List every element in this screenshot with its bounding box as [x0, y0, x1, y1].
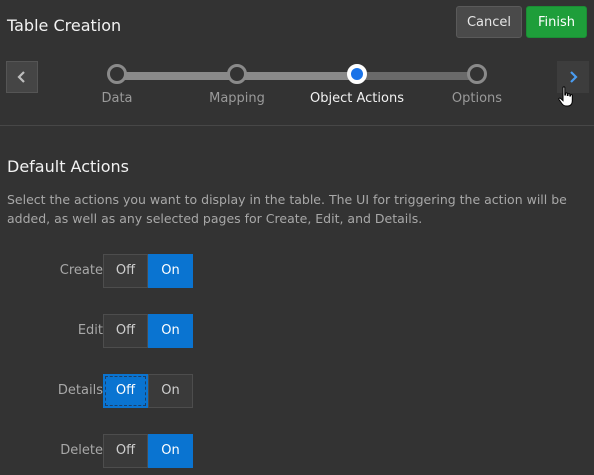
delete-on-option[interactable]: On [148, 434, 193, 468]
action-label-edit: Edit [77, 323, 103, 338]
create-off-option[interactable]: Off [103, 254, 148, 288]
create-on-option[interactable]: On [148, 254, 193, 288]
dialog-title: Table Creation [7, 16, 122, 35]
edit-toggle: Off On [103, 314, 193, 348]
step-dot-options[interactable] [467, 64, 487, 84]
section-description: Select the actions you want to display i… [7, 192, 567, 226]
edit-on-option[interactable]: On [148, 314, 193, 348]
edit-off-option[interactable]: Off [103, 314, 148, 348]
step-label-object-actions: Object Actions [310, 91, 404, 106]
delete-off-option[interactable]: Off [103, 434, 148, 468]
chevron-right-icon [570, 71, 578, 83]
action-row-create: Create Off On [0, 254, 300, 288]
action-row-edit: Edit Off On [0, 314, 300, 348]
action-row-details: Details Off On [0, 374, 300, 408]
step-label-options: Options [451, 91, 503, 106]
section-title: Default Actions [7, 157, 129, 176]
dialog-header: Table Creation Cancel Finish [0, 0, 594, 48]
hand-pointer-icon [558, 86, 573, 107]
action-row-delete: Delete Off On [0, 434, 300, 468]
step-label-data: Data [101, 91, 133, 106]
progress-track-remaining [357, 72, 477, 80]
details-on-option[interactable]: On [148, 374, 193, 408]
wizard-stepper: Data Mapping Object Actions Options [0, 52, 594, 112]
finish-button[interactable]: Finish [526, 6, 587, 38]
create-toggle: Off On [103, 254, 193, 288]
step-dot-object-actions[interactable] [347, 64, 367, 84]
step-dot-mapping[interactable] [227, 64, 247, 84]
section-divider [0, 125, 594, 126]
details-off-option[interactable]: Off [103, 374, 148, 408]
action-label-details: Details [57, 383, 103, 398]
action-label-create: Create [59, 263, 103, 278]
cancel-button[interactable]: Cancel [456, 6, 522, 38]
step-dot-data[interactable] [107, 64, 127, 84]
delete-toggle: Off On [103, 434, 193, 468]
action-label-delete: Delete [60, 443, 103, 458]
step-label-mapping: Mapping [209, 91, 265, 106]
details-toggle: Off On [103, 374, 193, 408]
